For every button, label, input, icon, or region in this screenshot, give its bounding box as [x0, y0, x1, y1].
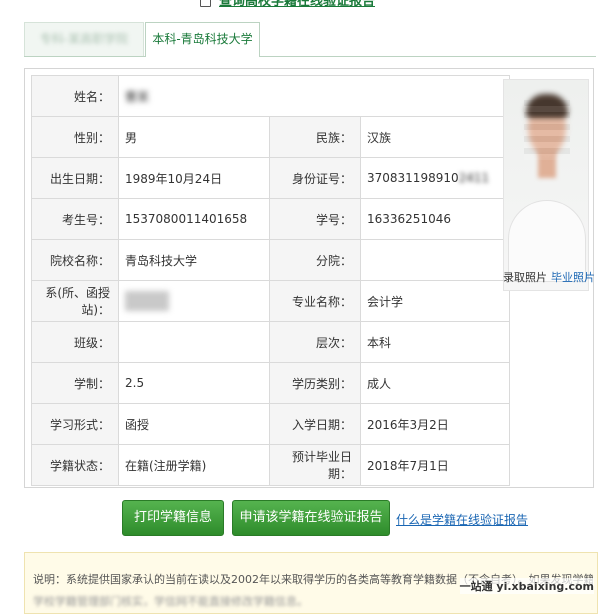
redacted-block [125, 291, 169, 311]
label-school: 院校名称： [31, 239, 119, 281]
value-study-form: 函授 [118, 403, 270, 445]
notice-text-line2: 学校学籍管理部门核实，学信网不能直接修改学籍信息。 [33, 595, 308, 608]
label-study-form: 学习形式： [31, 403, 119, 445]
photo-captions: 录取照片 毕业照片 [503, 269, 595, 285]
table-row: 班级： 层次： 本科 [31, 321, 510, 363]
student-info-panel: 姓名： 曹某 性别： 男 民族： 汉族 出生日期： 1989年10月24日 身份… [24, 68, 595, 488]
table-row: 姓名： 曹某 [31, 75, 510, 117]
page-title[interactable]: 查询高校学籍在线验证报告 [200, 0, 375, 10]
tab-university[interactable]: 本科-青岛科技大学 [145, 22, 260, 57]
table-row: 学习形式： 函授 入学日期： 2016年3月2日 [31, 403, 510, 445]
watermark: 一站通 yi.xbaixing.com [459, 578, 594, 594]
value-department [118, 280, 270, 322]
label-department: 系(所、函授站)： [31, 280, 119, 322]
admission-photo-label[interactable]: 录取照片 [503, 269, 547, 285]
tab-college-label: 专科-某高职学院 [39, 32, 129, 46]
document-icon [200, 0, 211, 7]
label-id-number: 身份证号： [269, 157, 361, 199]
table-row: 学籍状态： 在籍(注册学籍) 预计毕业日期： 2018年7月1日 [31, 444, 510, 486]
table-row: 院校名称： 青岛科技大学 分院： [31, 239, 510, 281]
table-row: 性别： 男 民族： 汉族 [31, 116, 510, 158]
print-info-button[interactable]: 打印学籍信息 [122, 500, 224, 536]
value-id-number: 3708311989102411 [360, 157, 510, 199]
value-major: 会计学 [360, 280, 510, 322]
value-duration: 2.5 [118, 362, 270, 404]
page-title-text: 查询高校学籍在线验证报告 [219, 0, 376, 9]
label-duration: 学制： [31, 362, 119, 404]
label-birthdate: 出生日期： [31, 157, 119, 199]
label-branch: 分院： [269, 239, 361, 281]
label-class: 班级： [31, 321, 119, 363]
graduation-photo-link[interactable]: 毕业照片 [551, 269, 595, 285]
tab-college[interactable]: 专科-某高职学院 [24, 22, 144, 56]
tab-university-label: 本科-青岛科技大学 [152, 32, 253, 46]
table-row: 考生号： 15370800114016​58 学号： 16336251046 [31, 198, 510, 240]
value-school: 青岛科技大学 [118, 239, 270, 281]
label-status: 学籍状态： [31, 444, 119, 486]
value-branch [360, 239, 510, 281]
label-graduation-date: 预计毕业日期： [269, 444, 361, 486]
label-exam-number: 考生号： [31, 198, 119, 240]
value-degree-type: 成人 [360, 362, 510, 404]
student-photo [503, 79, 589, 291]
value-student-number: 16336251046 [360, 198, 510, 240]
value-birthdate: 1989年10月24日 [118, 157, 270, 199]
student-info-table: 姓名： 曹某 性别： 男 民族： 汉族 出生日期： 1989年10月24日 身份… [31, 75, 510, 486]
label-ethnicity: 民族： [269, 116, 361, 158]
label-degree-type: 学历类别： [269, 362, 361, 404]
table-row: 出生日期： 1989年10月24日 身份证号： 3708311989102411 [31, 157, 510, 199]
value-exam-number: 15370800114016​58 [118, 198, 270, 240]
value-class [118, 321, 270, 363]
label-gender: 性别： [31, 116, 119, 158]
label-enroll-date: 入学日期： [269, 403, 361, 445]
label-student-number: 学号： [269, 198, 361, 240]
tab-bar: 专科-某高职学院 本科-青岛科技大学 [24, 22, 596, 57]
report-help-link[interactable]: 什么是学籍在线验证报告 [396, 511, 528, 528]
value-ethnicity: 汉族 [360, 116, 510, 158]
apply-report-button[interactable]: 申请该学籍在线验证报告 [232, 500, 390, 536]
label-level: 层次： [269, 321, 361, 363]
value-level: 本科 [360, 321, 510, 363]
value-enroll-date: 2016年3月2日 [360, 403, 510, 445]
value-name: 曹某 [118, 75, 510, 117]
table-row: 系(所、函授站)： 专业名称： 会计学 [31, 280, 510, 322]
label-name: 姓名： [31, 75, 119, 117]
value-gender: 男 [118, 116, 270, 158]
label-major: 专业名称： [269, 280, 361, 322]
value-status: 在籍(注册学籍) [118, 444, 270, 486]
value-graduation-date: 2018年7月1日 [360, 444, 510, 486]
table-row: 学制： 2.5 学历类别： 成人 [31, 362, 510, 404]
